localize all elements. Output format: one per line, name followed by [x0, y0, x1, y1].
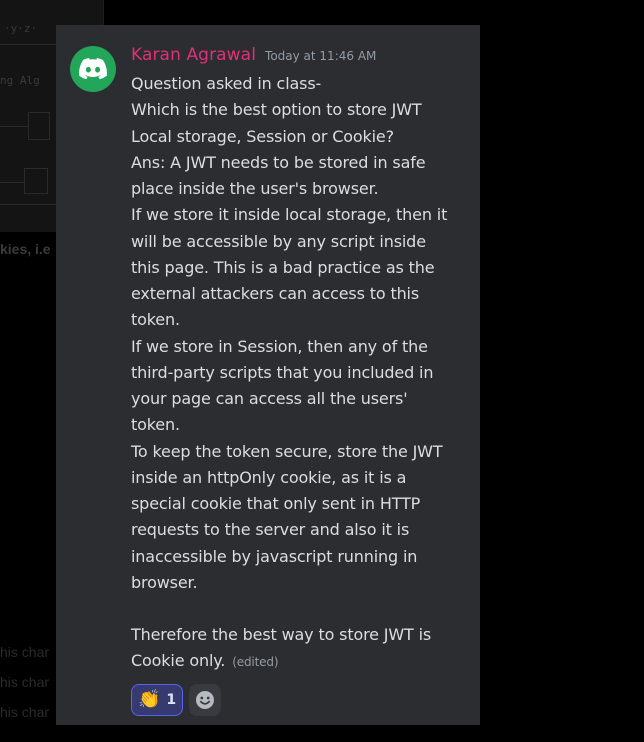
message-timestamp[interactable]: Today at 11:46 AM — [265, 49, 376, 63]
message-line: third-party scripts that you included in — [131, 360, 471, 386]
reaction-count: 1 — [166, 691, 177, 708]
message-line-text: inaccessible by javascript running in — [131, 546, 418, 566]
screenshot-page: ·y·z· ng Alg kies, i.e his char his char… — [0, 0, 644, 742]
message-line-text: If we store it inside local storage, the… — [131, 205, 448, 225]
message-line-text: browser. — [131, 572, 198, 592]
message-line: token. — [131, 307, 471, 333]
thumbnail-shape — [28, 112, 50, 140]
author-name[interactable]: Karan Agrawal — [131, 45, 256, 65]
message-line: Cookie only. (edited) — [131, 648, 471, 675]
discord-logo-icon — [79, 58, 107, 80]
message-line-text: Ans: A JWT needs to be stored in safe — [131, 152, 426, 172]
message-line-text: place inside the user's browser. — [131, 179, 379, 198]
thumbnail-line — [0, 126, 28, 127]
message-line-text: will be accessible by any script inside — [131, 231, 426, 251]
message-line-text: external attackers can access to this — [131, 284, 420, 303]
message-line-text: If we store in Session, then any of the — [131, 336, 428, 356]
message-line-text: inside an httpOnly cookie, as it is a — [131, 467, 407, 487]
thumbnail-text: ng Alg — [0, 74, 40, 87]
smiley-add-reaction-icon — [196, 690, 215, 709]
message-line: Local storage, Session or Cookie? — [131, 124, 471, 150]
message-header: Karan Agrawal Today at 11:46 AM — [131, 45, 471, 71]
clapping-hands-icon: 👏 — [138, 688, 161, 710]
avatar[interactable] — [70, 46, 116, 92]
reaction-clap[interactable]: 👏 1 — [131, 683, 184, 716]
message-line-text: requests to the server and also it is — [131, 520, 410, 540]
message-line: special cookie that only sent in HTTP — [131, 491, 471, 517]
message-line-text: third-party scripts that you included in — [131, 362, 434, 382]
message-line-text: token. — [131, 415, 180, 435]
message-line-text: token. — [131, 310, 180, 330]
message-line: To keep the token secure, store the JWT — [131, 439, 471, 465]
message-line: external attackers can access to this — [131, 281, 471, 307]
message-line-text: this page. This is a bad practice as the — [131, 257, 435, 277]
message-line-text: Question asked in class- — [131, 74, 322, 93]
message-line-text: Local storage, Session or Cookie? — [131, 126, 394, 146]
message-card: Karan Agrawal Today at 11:46 AM Question… — [56, 25, 480, 725]
message-line-text: your page can access all the users' — [131, 389, 408, 408]
thumbnail-text: ·y·z· — [4, 22, 38, 35]
message-line: this page. This is a bad practice as the — [131, 255, 471, 281]
message-line: will be accessible by any script inside — [131, 229, 471, 255]
thumbnail-shape — [24, 168, 48, 194]
message-line: If we store it inside local storage, the… — [131, 202, 471, 228]
message-content: Karan Agrawal Today at 11:46 AM Question… — [131, 45, 471, 716]
add-reaction-button[interactable] — [189, 683, 222, 716]
message-line-text: Cookie only. — [131, 651, 226, 671]
message-line: inside an httpOnly cookie, as it is a — [131, 465, 471, 491]
background-text: his char — [0, 704, 50, 720]
message-line: requests to the server and also it is — [131, 517, 471, 543]
message-line: place inside the user's browser. — [131, 176, 471, 202]
reactions-bar: 👏 1 — [131, 683, 471, 716]
message-body: Question asked in class- Which is the bes… — [131, 71, 471, 676]
message-line-text: special cookie that only sent in HTTP — [131, 494, 421, 513]
message-line-text: Therefore the best way to store JWT is — [131, 625, 432, 644]
edited-label: (edited) — [232, 655, 279, 670]
message-line: your page can access all the users' — [131, 386, 471, 412]
message-line-text: To keep the token secure, store the JWT — [131, 441, 443, 461]
message-line: browser. — [131, 570, 471, 596]
message-line: inaccessible by javascript running in — [131, 544, 471, 570]
background-text: kies, i.e — [0, 241, 51, 257]
background-text: his char — [0, 674, 50, 690]
background-text: his char — [0, 644, 50, 660]
message-line: Question asked in class- — [131, 71, 471, 97]
message-line: Which is the best option to store JWT — [131, 97, 471, 123]
message-line: Ans: A JWT needs to be stored in safe — [131, 150, 471, 176]
message-line: Therefore the best way to store JWT is — [131, 622, 471, 648]
message-line-text: Which is the best option to store JWT — [131, 100, 422, 120]
message-line: token. — [131, 412, 471, 438]
thumbnail-line — [0, 182, 24, 183]
message-line: If we store in Session, then any of the — [131, 334, 471, 360]
